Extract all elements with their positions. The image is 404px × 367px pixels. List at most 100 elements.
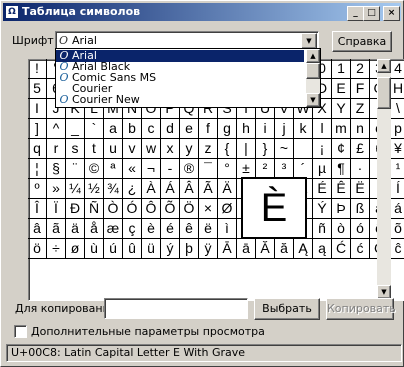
char-cell[interactable]: Ą (294, 239, 313, 259)
char-cell[interactable]: Ë (351, 179, 370, 199)
char-cell[interactable]: ë (199, 219, 218, 239)
char-cell[interactable]: 2 (351, 59, 370, 79)
char-cell[interactable]: k (294, 119, 313, 139)
char-cell[interactable]: × (199, 199, 218, 219)
char-cell[interactable]: ý (161, 239, 180, 259)
char-cell[interactable]: É (313, 179, 332, 199)
dropdown-scrollbar[interactable]: ▲ ▼ (306, 49, 320, 107)
char-cell[interactable]: Ø (218, 199, 237, 219)
scroll-thumb[interactable] (377, 77, 391, 109)
char-cell[interactable]: \ (389, 99, 404, 119)
char-cell[interactable]: Z (351, 99, 370, 119)
char-cell[interactable]: Ñ (85, 199, 104, 219)
char-cell[interactable]: f (199, 119, 218, 139)
char-cell[interactable]: Î (28, 199, 47, 219)
char-cell[interactable]: n (351, 119, 370, 139)
char-cell[interactable]: h (237, 119, 256, 139)
char-cell[interactable]: ĉ (389, 239, 404, 259)
help-button[interactable]: Справка (332, 31, 392, 52)
char-cell[interactable]: ¾ (104, 179, 123, 199)
char-cell[interactable]: q (28, 139, 47, 159)
char-cell[interactable]: ® (180, 159, 199, 179)
char-cell[interactable]: ¢ (332, 139, 351, 159)
char-cell[interactable]: ¬ (142, 159, 161, 179)
char-cell[interactable]: ¨ (66, 159, 85, 179)
font-dropdown-list[interactable]: ▲ ▼ O Arial O Arial Black O Comic Sans MS Cour… (55, 48, 321, 108)
char-cell[interactable]: å (85, 219, 104, 239)
char-cell[interactable]: Ă (256, 239, 275, 259)
title-bar[interactable]: Ω Таблица символов _ □ × (3, 3, 401, 21)
char-cell[interactable]: t (85, 139, 104, 159)
char-cell[interactable]: Ä (218, 179, 237, 199)
char-cell[interactable]: ~ (275, 139, 294, 159)
char-cell[interactable]: Þ (332, 199, 351, 219)
char-cell[interactable]: ß (351, 199, 370, 219)
scroll-up-icon[interactable]: ▲ (306, 49, 320, 63)
char-cell[interactable]: û (123, 239, 142, 259)
char-cell[interactable]: ú (104, 239, 123, 259)
char-cell[interactable]: ³ (275, 159, 294, 179)
char-cell[interactable]: p (389, 119, 404, 139)
char-cell[interactable]: « (123, 159, 142, 179)
char-cell[interactable]: Õ (161, 199, 180, 219)
char-cell[interactable]: ÿ (199, 239, 218, 259)
char-cell[interactable]: ê (180, 219, 199, 239)
char-cell[interactable]: b (123, 119, 142, 139)
char-cell[interactable]: x (161, 139, 180, 159)
char-cell[interactable]: ā (237, 239, 256, 259)
char-cell[interactable]: ø (66, 239, 85, 259)
minimize-button[interactable]: _ (347, 6, 364, 21)
char-cell[interactable]: § (47, 159, 66, 179)
char-cell[interactable]: è (142, 219, 161, 239)
close-button[interactable]: × (383, 6, 400, 21)
char-cell[interactable]: i (256, 119, 275, 139)
char-cell[interactable]: » (47, 179, 66, 199)
char-cell[interactable]: Y (332, 99, 351, 119)
char-cell[interactable]: I (28, 99, 47, 119)
char-cell[interactable]: Í (389, 179, 404, 199)
char-cell[interactable]: Ý (313, 199, 332, 219)
char-cell[interactable]: ć (351, 239, 370, 259)
char-cell[interactable]: ì (218, 219, 237, 239)
char-cell[interactable]: ä (66, 219, 85, 239)
char-cell[interactable]: õ (389, 219, 404, 239)
char-cell[interactable]: z (199, 139, 218, 159)
char-cell[interactable]: ^ (47, 119, 66, 139)
char-cell[interactable]: ¯ (199, 159, 218, 179)
scroll-down-icon[interactable]: ▼ (377, 285, 391, 299)
char-cell[interactable]: m (332, 119, 351, 139)
char-cell[interactable]: v (123, 139, 142, 159)
char-cell[interactable]: Ô (142, 199, 161, 219)
copy-input[interactable] (104, 298, 248, 319)
char-cell[interactable]: u (104, 139, 123, 159)
char-cell[interactable]: À (142, 179, 161, 199)
char-cell[interactable]: c (142, 119, 161, 139)
char-cell[interactable]: _ (66, 119, 85, 139)
char-cell[interactable]: Ê (332, 179, 351, 199)
char-cell[interactable]: e (180, 119, 199, 139)
char-cell[interactable]: H (389, 79, 404, 99)
char-cell[interactable]: Ã (199, 179, 218, 199)
char-cell[interactable]: é (161, 219, 180, 239)
char-cell[interactable]: · (351, 159, 370, 179)
char-cell[interactable]: æ (104, 219, 123, 239)
char-cell[interactable]: Ï (47, 199, 66, 219)
char-cell[interactable]: £ (351, 139, 370, 159)
char-cell[interactable]: ç (123, 219, 142, 239)
char-cell[interactable]: F (351, 79, 370, 99)
char-cell[interactable]: ² (256, 159, 275, 179)
char-cell[interactable]: ¿ (123, 179, 142, 199)
char-cell[interactable]: ¦ (28, 159, 47, 179)
char-cell[interactable]: ã (47, 219, 66, 239)
char-cell[interactable]: ¼ (66, 179, 85, 199)
char-cell[interactable]: 1 (332, 59, 351, 79)
select-button[interactable]: Выбрать (254, 298, 320, 320)
char-cell[interactable]: ] (28, 119, 47, 139)
char-cell[interactable]: ö (28, 239, 47, 259)
maximize-button[interactable]: □ (363, 6, 380, 21)
char-cell[interactable]: ! (28, 59, 47, 79)
char-cell[interactable]: Ā (218, 239, 237, 259)
char-cell[interactable]: ¹ (389, 159, 404, 179)
char-cell[interactable]: Ć (332, 239, 351, 259)
char-cell[interactable]: Ö (180, 199, 199, 219)
